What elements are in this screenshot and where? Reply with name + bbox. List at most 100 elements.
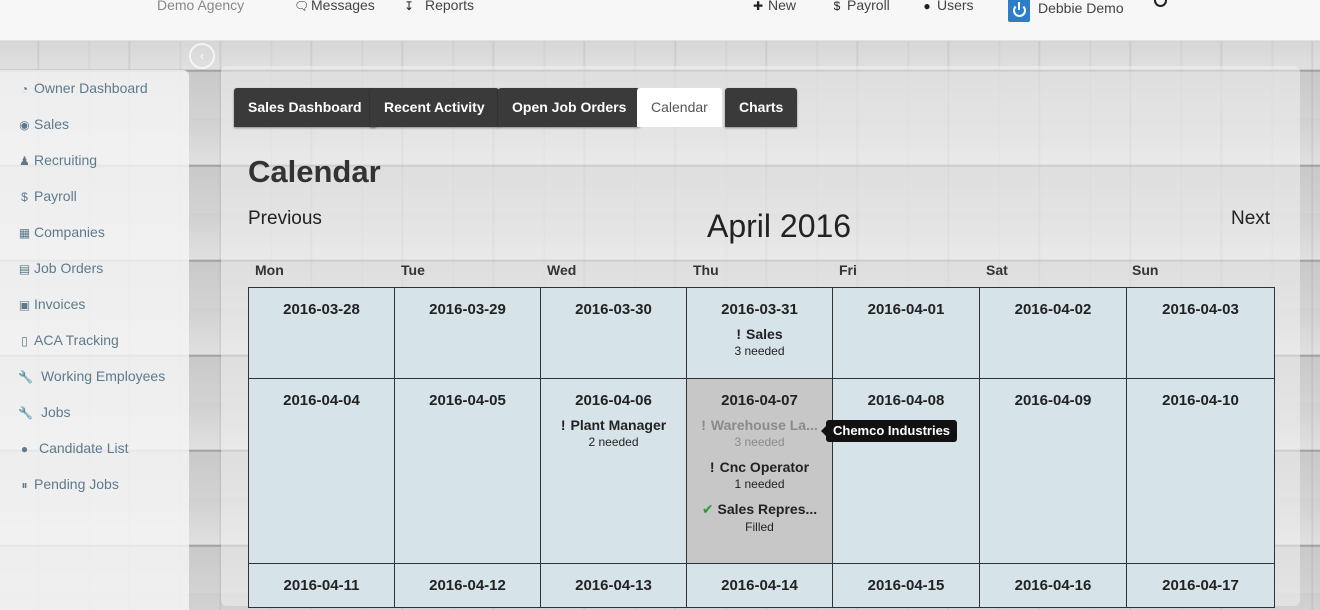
briefcase-icon: ▤: [18, 262, 31, 276]
sidebar-item-label: Companies: [34, 224, 105, 240]
tab-open-job-orders[interactable]: Open Job Orders: [498, 88, 641, 127]
event-title-text: Cnc Operator: [719, 459, 810, 475]
collapse-sidebar-icon[interactable]: ‹: [189, 43, 215, 69]
sidebar-item-sales[interactable]: ◉ Sales: [18, 116, 69, 136]
calendar-day-cell[interactable]: 2016-04-17: [1126, 563, 1275, 608]
calendar-day-cell[interactable]: 2016-04-02: [979, 287, 1127, 379]
calendar-day-cell[interactable]: 2016-04-15: [832, 563, 980, 608]
calendar-day-cell[interactable]: 2016-04-11: [248, 563, 395, 608]
users-icon: ●: [923, 0, 931, 13]
sidebar-item-candidate-list[interactable]: ● Candidate List: [18, 440, 129, 460]
calendar-day-cell[interactable]: 2016-04-10: [1126, 378, 1275, 564]
calendar-day-cell[interactable]: 2016-04-06! Plant Manager 2 needed: [540, 378, 687, 564]
sidebar-item-invoices[interactable]: ▣ Invoices: [18, 296, 86, 316]
calendar-day-cell[interactable]: 2016-03-28: [248, 287, 395, 379]
calendar-date: 2016-04-09: [1014, 392, 1092, 409]
new-link[interactable]: ✚ New: [751, 0, 796, 13]
sidebar-item-label: Job Orders: [34, 260, 104, 276]
calendar-day-cell[interactable]: 2016-03-31! Sales 3 needed: [686, 287, 833, 379]
calendar-event[interactable]: ! Sales 3 needed: [687, 326, 832, 358]
tab-recent-activity[interactable]: Recent Activity: [370, 88, 499, 127]
user-name[interactable]: Debbie Demo: [1038, 0, 1124, 16]
globe-icon: ◉: [19, 118, 30, 132]
calendar-date: 2016-04-10: [1162, 392, 1239, 409]
calendar-day-cell[interactable]: 2016-04-09: [979, 378, 1127, 564]
sidebar-item-aca-tracking[interactable]: ▯ ACA Tracking: [18, 332, 119, 352]
users-icon: ●: [20, 442, 29, 456]
calendar-date: 2016-03-29: [429, 301, 506, 318]
dollar-icon: $: [833, 0, 841, 13]
wrench-icon: 🔧: [18, 370, 33, 384]
reports-link[interactable]: ↧ Reports: [402, 0, 474, 13]
sidebar-item-label: Candidate List: [39, 440, 129, 456]
calendar-date: 2016-04-13: [575, 577, 652, 594]
calendar-day-cell[interactable]: 2016-04-13: [540, 563, 687, 608]
sidebar-item-payroll[interactable]: $ Payroll: [18, 188, 77, 208]
clock-icon[interactable]: [1154, 0, 1167, 7]
event-status: 1 needed: [734, 477, 785, 491]
dollar-icon: $: [21, 190, 28, 204]
exclamation-icon: !: [736, 326, 742, 342]
person-icon: ♟: [19, 154, 30, 168]
file-icon: ▯: [21, 334, 28, 348]
messages-link[interactable]: 🗨 Messages: [294, 0, 375, 13]
sidebar-item-pending-jobs[interactable]: ⏸ Pending Jobs: [18, 476, 118, 496]
tab-calendar[interactable]: Calendar: [637, 88, 722, 127]
sidebar-item-label: ACA Tracking: [34, 332, 119, 348]
users-link[interactable]: ● Users: [920, 0, 974, 13]
calendar-date: 2016-04-02: [1014, 301, 1092, 318]
sidebar-item-label: Owner Dashboard: [34, 80, 148, 96]
users-label: Users: [937, 0, 974, 13]
calendar-date: 2016-04-11: [283, 577, 360, 594]
calendar-event[interactable]: ! Cnc Operator 1 needed: [687, 459, 832, 491]
calendar-date: 2016-04-07: [721, 392, 798, 409]
sidebar-item-recruiting[interactable]: ♟ Recruiting: [18, 152, 97, 172]
sidebar-item-label: Working Employees: [40, 368, 166, 384]
day-header-sun: Sun: [1132, 262, 1159, 278]
event-title-text: Warehouse La...: [710, 417, 818, 433]
power-icon[interactable]: [1008, 0, 1030, 22]
day-header-mon: Mon: [255, 262, 284, 278]
calendar-day-cell[interactable]: 2016-04-08: [832, 378, 980, 564]
sidebar-item-jobs[interactable]: 🔧 Jobs: [18, 404, 71, 424]
day-header-fri: Fri: [839, 262, 857, 278]
calendar-day-cell[interactable]: 2016-03-30: [540, 287, 687, 379]
previous-month-link[interactable]: Previous: [248, 208, 322, 230]
calendar-date: 2016-04-05: [429, 392, 506, 409]
calendar-event[interactable]: ✔ Sales Repres... Filled: [687, 501, 832, 534]
day-header-wed: Wed: [547, 262, 577, 278]
calendar-day-cell[interactable]: 2016-04-12: [394, 563, 541, 608]
calendar-date: 2016-04-16: [1014, 577, 1092, 594]
calendar-date: 2016-03-28: [283, 301, 360, 318]
calendar-date: 2016-04-04: [283, 392, 360, 409]
sidebar-item-label: Sales: [34, 116, 70, 132]
calendar-day-cell[interactable]: 2016-04-01: [832, 287, 980, 379]
calendar-day-cell[interactable]: 2016-04-03: [1126, 287, 1275, 379]
tab-charts[interactable]: Charts: [725, 88, 798, 127]
sidebar-item-job-orders[interactable]: ▤ Job Orders: [18, 260, 103, 280]
sidebar: ◔ Owner Dashboard ◉ Sales ♟ Recruiting $ Pay…: [0, 70, 189, 610]
tab-sales-dashboard[interactable]: Sales Dashboard: [234, 88, 376, 127]
calendar-day-cell[interactable]: 2016-04-04: [248, 378, 395, 564]
day-header-tue: Tue: [401, 262, 425, 278]
pause-icon: ⏸: [21, 478, 28, 492]
reports-label: Reports: [425, 0, 475, 13]
money-icon: ▣: [18, 298, 31, 312]
next-month-link[interactable]: Next: [1231, 208, 1270, 230]
calendar-event[interactable]: ! Plant Manager 2 needed: [541, 417, 686, 449]
calendar-day-cell[interactable]: 2016-04-16: [979, 563, 1127, 608]
calendar-day-cell[interactable]: 2016-04-07! Warehouse La... 3 needed! Cnc O…: [686, 378, 833, 564]
sidebar-item-working-employees[interactable]: 🔧 Working Employees: [18, 368, 165, 388]
agency-name[interactable]: Demo Agency: [157, 0, 244, 13]
calendar-date: 2016-04-14: [721, 577, 798, 594]
sidebar-item-owner-dashboard[interactable]: ◔ Owner Dashboard: [18, 80, 148, 100]
payroll-link[interactable]: $ Payroll: [830, 0, 890, 13]
calendar-day-cell[interactable]: 2016-04-14: [686, 563, 833, 608]
sidebar-item-label: Recruiting: [34, 152, 98, 168]
calendar-day-cell[interactable]: 2016-04-05: [394, 378, 541, 564]
calendar-day-cell[interactable]: 2016-03-29: [394, 287, 541, 379]
sidebar-item-companies[interactable]: ▦ Companies: [18, 224, 105, 244]
new-label: New: [768, 0, 797, 13]
calendar-event[interactable]: ! Warehouse La... 3 needed: [687, 417, 832, 449]
exclamation-icon: !: [709, 459, 715, 475]
